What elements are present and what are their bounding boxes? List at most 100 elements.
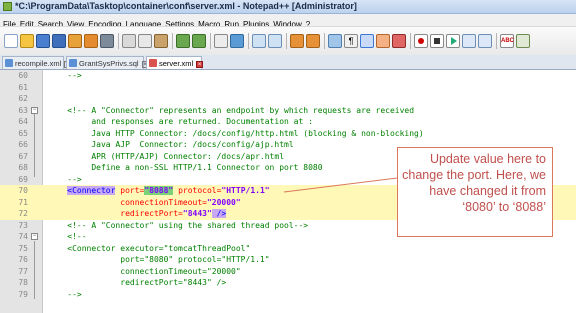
close-tab-icon[interactable]: × xyxy=(196,60,204,68)
tab-server-xml[interactable]: server.xml × xyxy=(146,56,204,69)
tab-bar: recompile.xml× GrantSysPrivs.sql× server… xyxy=(0,55,576,70)
line-number: 69 xyxy=(18,174,28,184)
save-all-icon[interactable] xyxy=(52,34,66,48)
code-text: --> xyxy=(48,71,82,80)
code-text: Java HTTP Connector: /docs/config/http.h… xyxy=(48,128,424,138)
line-number: 79 xyxy=(18,289,28,299)
sync-vertical-icon[interactable] xyxy=(290,34,304,48)
xml-tag: <Connector xyxy=(67,186,116,195)
tab-label: recompile.xml xyxy=(15,59,62,68)
line-number: 77 xyxy=(18,266,28,276)
close-icon[interactable] xyxy=(68,34,82,48)
print-icon[interactable] xyxy=(100,34,114,48)
play-multiple-icon[interactable] xyxy=(462,34,476,48)
code-line: 65 Java HTTP Connector: /docs/config/htt… xyxy=(0,128,576,140)
save-icon[interactable] xyxy=(36,34,50,48)
replace-icon[interactable] xyxy=(230,34,244,48)
fold-guide xyxy=(34,114,35,177)
window-title: *C:\ProgramData\Tasktop\container\conf\s… xyxy=(15,1,357,11)
line-number: 74 xyxy=(18,232,28,241)
play-macro-icon[interactable] xyxy=(446,34,460,48)
code-text: <!-- xyxy=(48,232,87,241)
code-text: <Connector port="8088" protocol="HTTP/1.… xyxy=(48,185,270,197)
code-text: Java AJP Connector: /docs/config/ajp.htm… xyxy=(48,140,294,149)
zoom-out-icon[interactable] xyxy=(268,34,282,48)
line-number: 68 xyxy=(18,163,28,172)
doc-map-icon[interactable] xyxy=(392,34,406,48)
tab-grantsysprivs-sql[interactable]: GrantSysPrivs.sql× xyxy=(66,56,149,69)
xml-value: "8443" xyxy=(182,209,212,218)
toolbar-separator xyxy=(210,33,211,49)
xml-value: "HTTP/1.1" xyxy=(221,186,270,195)
toolbar-separator xyxy=(118,33,119,49)
indent-guide-icon[interactable] xyxy=(360,34,374,48)
code-text: <!-- A "Connector" using the shared thre… xyxy=(48,220,309,230)
menu-bar: File Edit Search View Encoding Language Settin… xyxy=(0,14,576,29)
line-number: 76 xyxy=(18,255,28,264)
undo-icon[interactable] xyxy=(176,34,190,48)
user-lang-icon[interactable] xyxy=(376,34,390,48)
xml-attribute: protocol= xyxy=(173,186,222,195)
code-line: 62 xyxy=(0,93,576,105)
line-number: 75 xyxy=(18,243,28,253)
xml-attribute: port= xyxy=(115,186,145,195)
toolbar-separator xyxy=(172,33,173,49)
save-macro-icon[interactable] xyxy=(478,34,492,48)
code-line: 64 and responses are returned. Documenta… xyxy=(0,116,576,128)
fold-guide xyxy=(34,241,35,299)
spell-check-icon[interactable]: ABC xyxy=(500,34,514,48)
open-file-icon[interactable] xyxy=(20,34,34,48)
xml-attribute: redirectPort= xyxy=(120,209,183,218)
line-number: 64 xyxy=(18,117,28,126)
line-number: 61 xyxy=(18,82,28,92)
code-text: port="8080" protocol="HTTP/1.1" xyxy=(48,255,270,264)
xml-attribute: connectionTimeout= xyxy=(120,197,207,207)
code-line: 79 --> xyxy=(0,289,576,301)
code-line: 77 connectionTimeout="20000" xyxy=(0,266,576,278)
code-line: 78 redirectPort="8443" /> xyxy=(0,277,576,289)
redo-icon[interactable] xyxy=(192,34,206,48)
find-icon[interactable] xyxy=(214,34,228,48)
toolbar: ¶ ABC xyxy=(0,26,576,56)
code-text: --> xyxy=(48,289,82,299)
toolbar-separator xyxy=(410,33,411,49)
code-line: 60 --> xyxy=(0,70,576,82)
code-text: and responses are returned. Documentatio… xyxy=(48,117,313,126)
port-value-highlighted[interactable]: "8088" xyxy=(144,186,174,195)
annotation-callout: Update value here to change the port. He… xyxy=(397,147,553,237)
stop-record-icon[interactable] xyxy=(430,34,444,48)
cut-icon[interactable] xyxy=(122,34,136,48)
record-macro-icon[interactable] xyxy=(414,34,428,48)
line-number: 73 xyxy=(18,220,28,230)
all-chars-icon[interactable]: ¶ xyxy=(344,34,358,48)
code-text: --> xyxy=(48,174,82,184)
abc-options-icon[interactable] xyxy=(516,34,530,48)
paste-icon[interactable] xyxy=(154,34,168,48)
code-text: connectionTimeout="20000" xyxy=(48,197,241,209)
xml-value: "20000" xyxy=(206,197,241,207)
line-number: 67 xyxy=(18,151,28,161)
fold-toggle-icon[interactable]: − xyxy=(31,233,38,240)
tab-label: server.xml xyxy=(159,59,194,68)
code-text: redirectPort="8443" /> xyxy=(48,278,227,287)
code-text: <!-- A "Connector" represents an endpoin… xyxy=(48,105,415,115)
line-number: 78 xyxy=(18,278,28,287)
sync-horizontal-icon[interactable] xyxy=(306,34,320,48)
line-number: 66 xyxy=(18,140,28,149)
word-wrap-icon[interactable] xyxy=(328,34,342,48)
file-icon xyxy=(5,59,13,67)
fold-toggle-icon[interactable]: − xyxy=(31,106,38,114)
close-all-icon[interactable] xyxy=(84,34,98,48)
new-file-icon[interactable] xyxy=(4,34,18,48)
line-number: 60 xyxy=(18,71,28,80)
title-bar: *C:\ProgramData\Tasktop\container\conf\s… xyxy=(0,0,576,14)
line-number: 71 xyxy=(18,197,28,207)
tab-recompile-xml[interactable]: recompile.xml× xyxy=(2,56,72,69)
zoom-in-icon[interactable] xyxy=(252,34,266,48)
line-number: 70 xyxy=(18,186,28,195)
code-line: 76 port="8080" protocol="HTTP/1.1" xyxy=(0,254,576,266)
code-line: 75 <Connector executor="tomcatThreadPool… xyxy=(0,243,576,255)
copy-icon[interactable] xyxy=(138,34,152,48)
